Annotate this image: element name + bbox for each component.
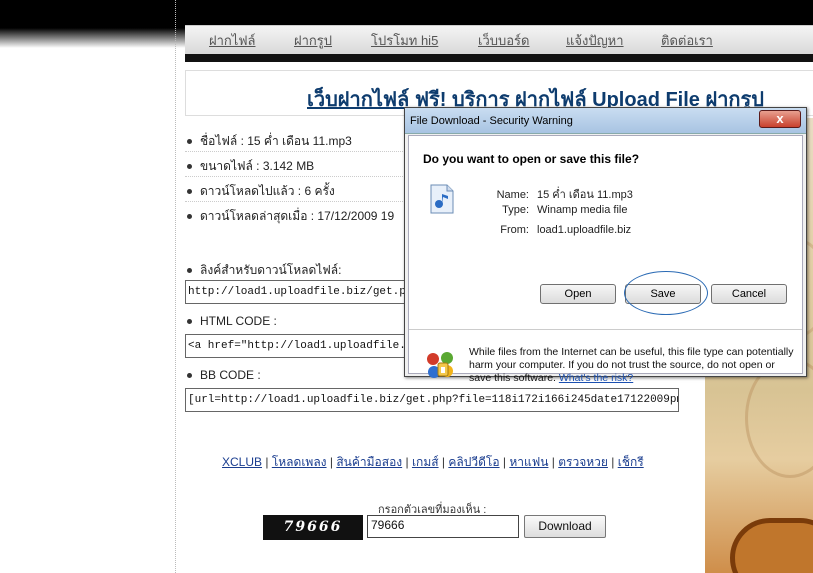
from-value: load1.uploadfile.biz xyxy=(537,224,632,236)
cancel-button[interactable]: Cancel xyxy=(711,284,787,304)
bullet-icon xyxy=(187,214,192,220)
file-download-dialog: File Download - Security Warning x Do yo… xyxy=(404,107,807,384)
name-value: 15 ค่ำ เดือน 11.mp3 xyxy=(537,189,633,201)
file-type-row: Type: Winamp media file xyxy=(469,204,627,216)
bb-code-label-row: BB CODE : xyxy=(187,368,261,382)
divider xyxy=(185,176,405,177)
bullet-icon xyxy=(187,268,192,274)
footer-link-music[interactable]: โหลดเพลง xyxy=(272,455,327,469)
security-warning-text: While files from the Internet can be use… xyxy=(469,346,799,385)
html-code-label: HTML CODE : xyxy=(200,314,277,328)
html-code-label-row: HTML CODE : xyxy=(187,314,277,328)
save-highlight-circle xyxy=(624,271,708,315)
download-count: ดาวน์โหลดไปแล้ว : 6 ครั้ง xyxy=(200,184,335,198)
file-source-row: From: load1.uploadfile.biz xyxy=(469,224,631,236)
menu-item-promote-hi5[interactable]: โปรโมท hi5 xyxy=(371,30,438,51)
footer-link-check[interactable]: เช็กรี xyxy=(618,455,644,469)
file-size-row: ขนาดไฟล์ : 3.142 MB xyxy=(187,157,314,176)
bullet-icon xyxy=(187,164,192,170)
type-label: Type: xyxy=(502,204,529,216)
footer-link-dating[interactable]: หาแฟน xyxy=(509,455,548,469)
footer-link-xclub[interactable]: XCLUB xyxy=(222,455,262,469)
file-size: ขนาดไฟล์ : 3.142 MB xyxy=(200,159,315,173)
download-link-field[interactable]: http://load1.uploadfile.biz/get.php?file… xyxy=(185,280,410,304)
download-link-label: ลิงค์สำหรับดาวน์โหลดไฟล์: xyxy=(200,263,342,277)
bullet-icon xyxy=(187,373,192,379)
captcha-input[interactable]: 79666 xyxy=(367,515,519,538)
header-shadow xyxy=(0,28,185,48)
download-button[interactable]: Download xyxy=(524,515,606,538)
menu-item-webboard[interactable]: เว็บบอร์ด xyxy=(478,30,529,51)
footer-link-video[interactable]: คลิปวีดีโอ xyxy=(448,455,499,469)
close-button[interactable]: x xyxy=(759,110,801,128)
file-name-row: ชื่อไฟล์ : 15 ค่ำ เดือน 11.mp3 xyxy=(187,132,352,151)
divider xyxy=(185,201,405,202)
last-download: ดาวน์โหลดล่าสุดเมื่อ : 17/12/2009 19 xyxy=(200,209,395,223)
html-code-field[interactable]: <a href="http://load1.uploadfile.biz/get… xyxy=(185,334,410,358)
captcha-image: 79666 xyxy=(263,515,363,540)
footer-links: XCLUB | โหลดเพลง | สินค้ามือสอง | เกมส์ … xyxy=(222,455,644,469)
column-divider xyxy=(175,0,176,573)
menu-underbar xyxy=(185,54,813,62)
file-name-row: Name: 15 ค่ำ เดือน 11.mp3 xyxy=(469,185,633,203)
dialog-titlebar[interactable]: File Download - Security Warning x xyxy=(405,108,806,134)
dialog-title: File Download - Security Warning xyxy=(410,115,573,127)
file-name: ชื่อไฟล์ : 15 ค่ำ เดือน 11.mp3 xyxy=(200,134,352,148)
download-count-row: ดาวน์โหลดไปแล้ว : 6 ครั้ง xyxy=(187,182,335,201)
footer-link-lottery[interactable]: ตรวจหวย xyxy=(558,455,608,469)
from-label: From: xyxy=(500,224,529,236)
last-download-row: ดาวน์โหลดล่าสุดเมื่อ : 17/12/2009 19 xyxy=(187,207,394,226)
dialog-body: Do you want to open or save this file? N… xyxy=(408,135,803,384)
open-button[interactable]: Open xyxy=(540,284,616,304)
name-label: Name: xyxy=(496,189,529,201)
download-link-label-row: ลิงค์สำหรับดาวน์โหลดไฟล์: xyxy=(187,261,341,280)
type-value: Winamp media file xyxy=(537,204,628,216)
dialog-question: Do you want to open or save this file? xyxy=(423,152,640,166)
site-header xyxy=(0,0,813,28)
bullet-icon xyxy=(187,189,192,195)
decoration xyxy=(730,518,813,573)
menu-item-upload-image[interactable]: ฝากรูป xyxy=(294,30,332,51)
audio-file-icon xyxy=(430,184,454,214)
bullet-icon xyxy=(187,139,192,145)
browser-page: ฝากไฟล์ ฝากรูป โปรโมท hi5 เว็บบอร์ด แจ้ง… xyxy=(0,0,813,573)
menu-item-report[interactable]: แจ้งปัญหา xyxy=(566,30,624,51)
bb-code-field[interactable]: [url=http://load1.uploadfile.biz/get.php… xyxy=(185,388,679,412)
divider xyxy=(185,151,405,152)
bb-code-label: BB CODE : xyxy=(200,368,261,382)
whats-the-risk-link[interactable]: What's the risk? xyxy=(559,372,633,384)
footer-link-secondhand[interactable]: สินค้ามือสอง xyxy=(336,455,402,469)
site-menu: ฝากไฟล์ ฝากรูป โปรโมท hi5 เว็บบอร์ด แจ้ง… xyxy=(185,25,813,54)
security-shield-icon xyxy=(427,352,453,378)
footer-link-games[interactable]: เกมส์ xyxy=(412,455,439,469)
menu-item-upload-file[interactable]: ฝากไฟล์ xyxy=(209,30,256,51)
dialog-divider xyxy=(409,329,802,330)
menu-item-contact[interactable]: ติดต่อเรา xyxy=(661,30,713,51)
bullet-icon xyxy=(187,319,192,325)
